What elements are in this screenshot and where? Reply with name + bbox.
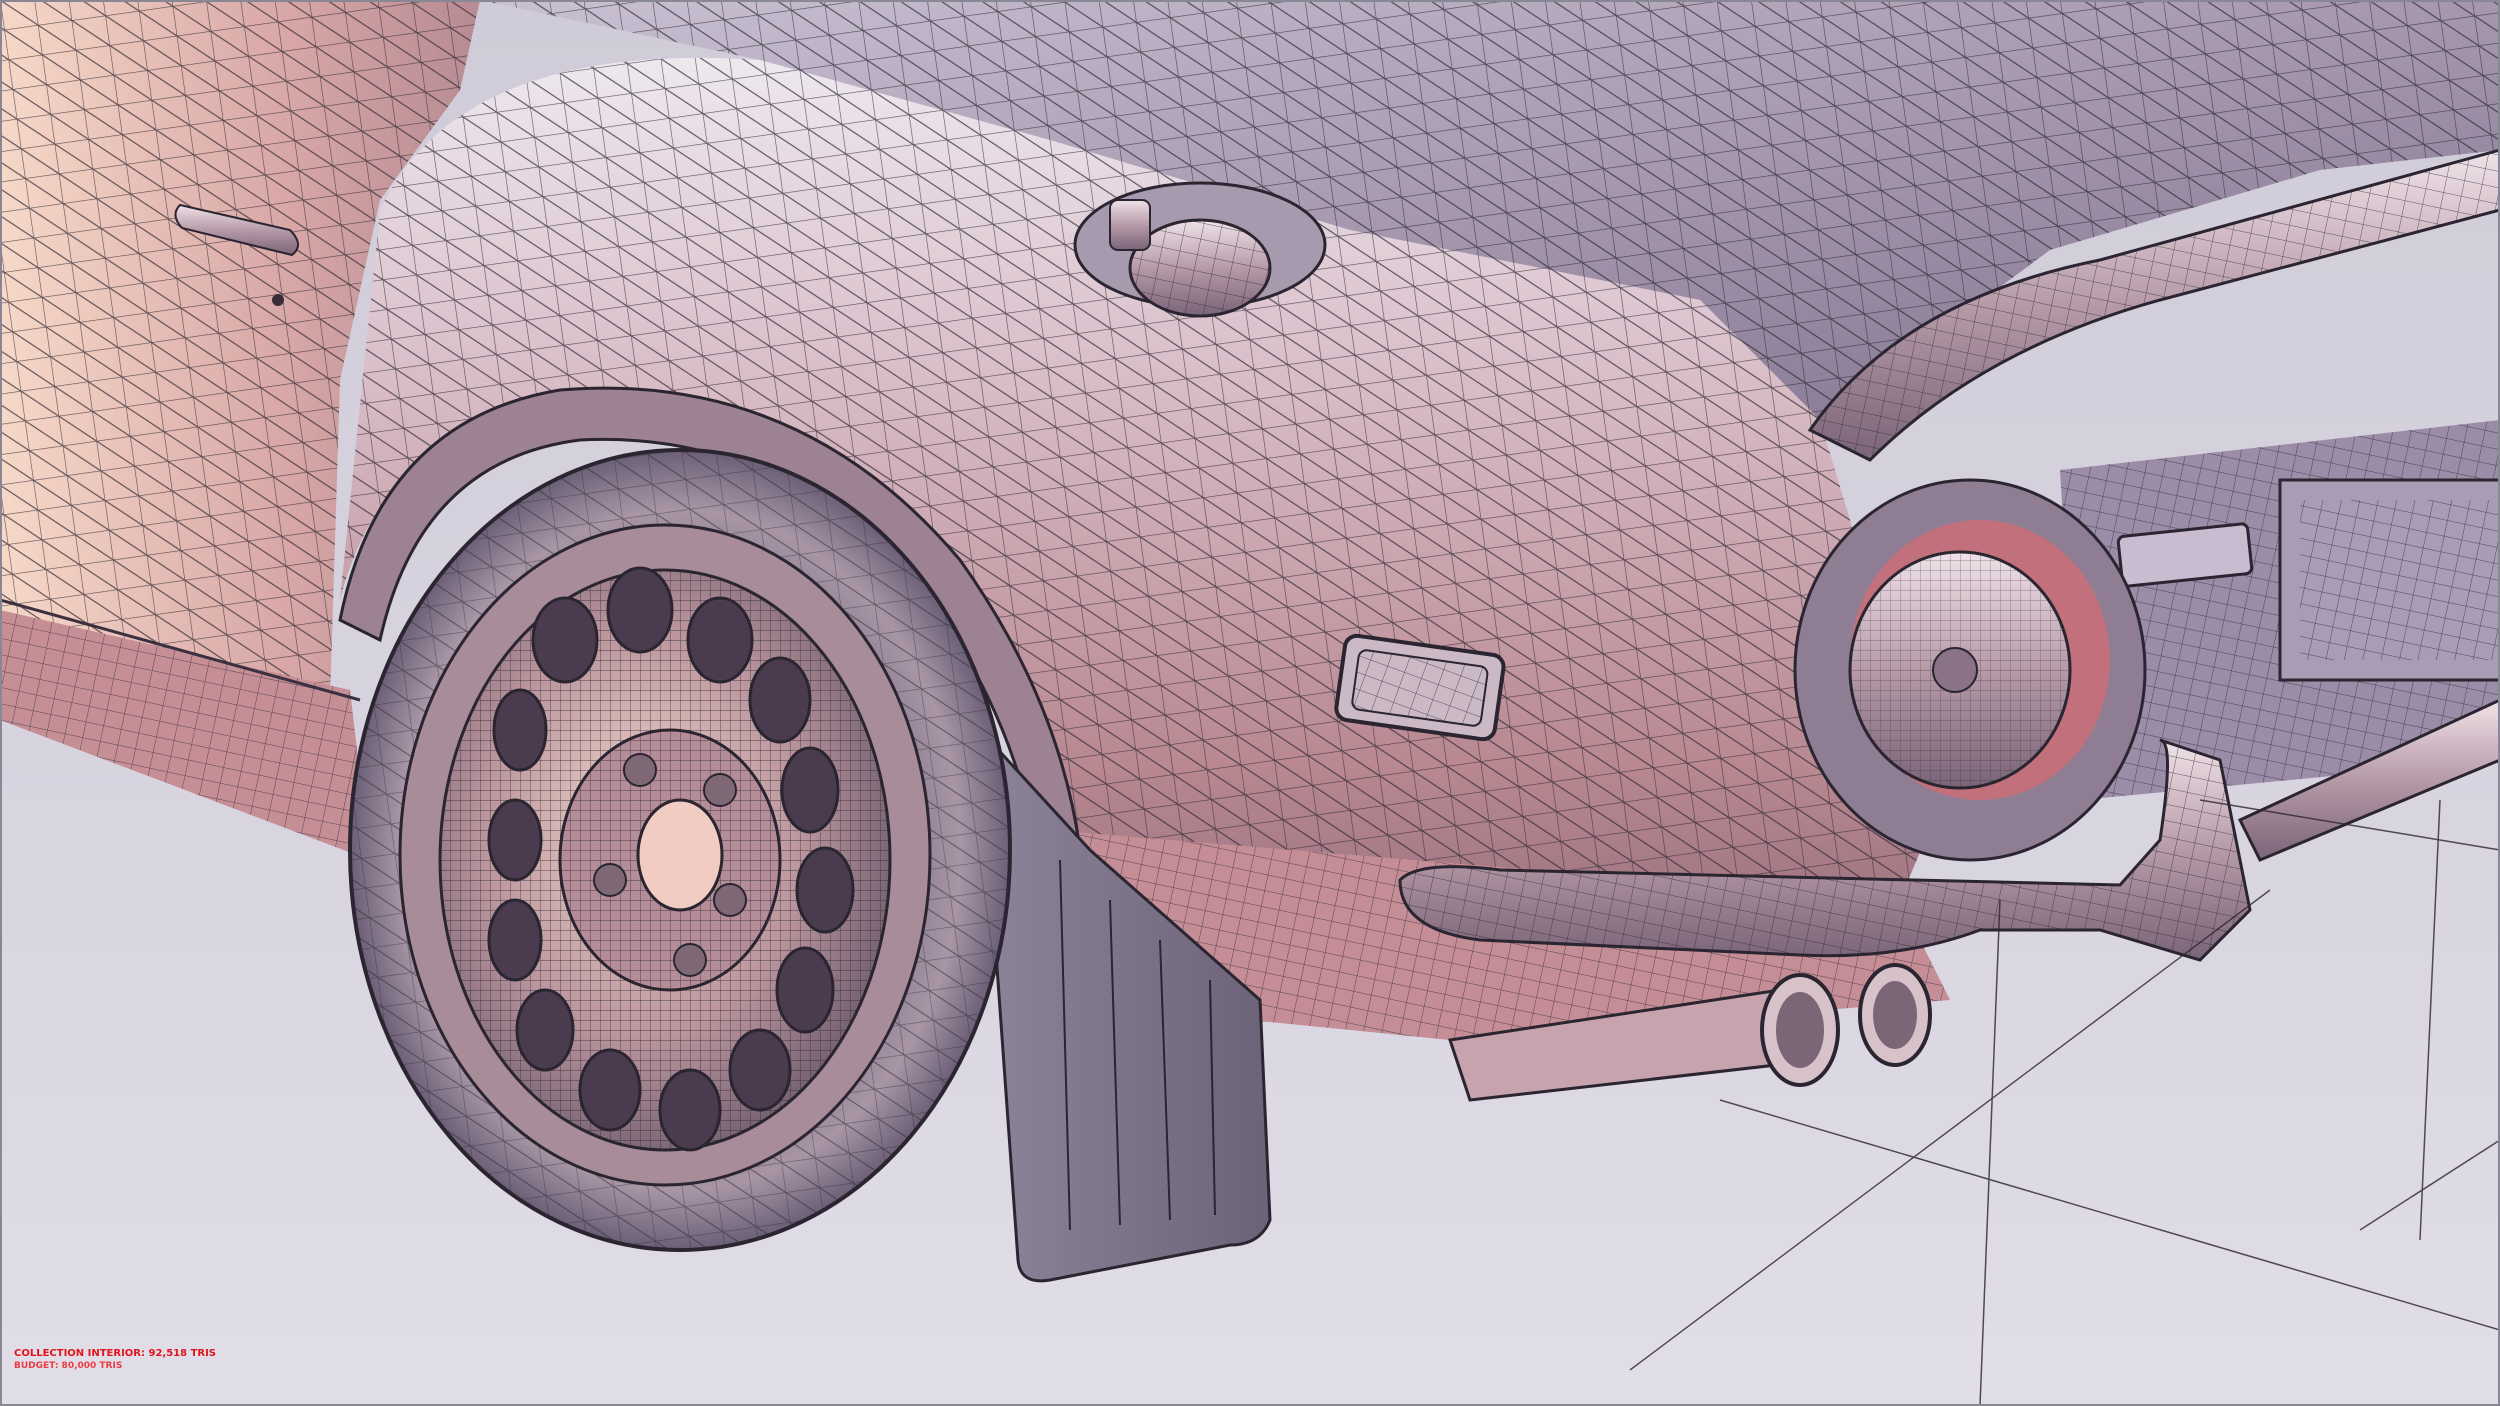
license-plate-area: [2278, 478, 2500, 682]
car-model-render: [0, 0, 2500, 1406]
collection-tri-count: COLLECTION INTERIOR: 92,518 TRIS: [14, 1348, 217, 1359]
budget-tri-count: BUDGET: 80,000 TRIS: [14, 1361, 123, 1371]
tail-light: [1793, 478, 2147, 862]
3d-viewport[interactable]: COLLECTION INTERIOR: 92,518 TRIS BUDGET:…: [0, 0, 2500, 1406]
triangle-stats-overlay: COLLECTION INTERIOR: 92,518 TRIS BUDGET:…: [14, 1348, 216, 1372]
wheel-rim: [438, 566, 892, 1152]
